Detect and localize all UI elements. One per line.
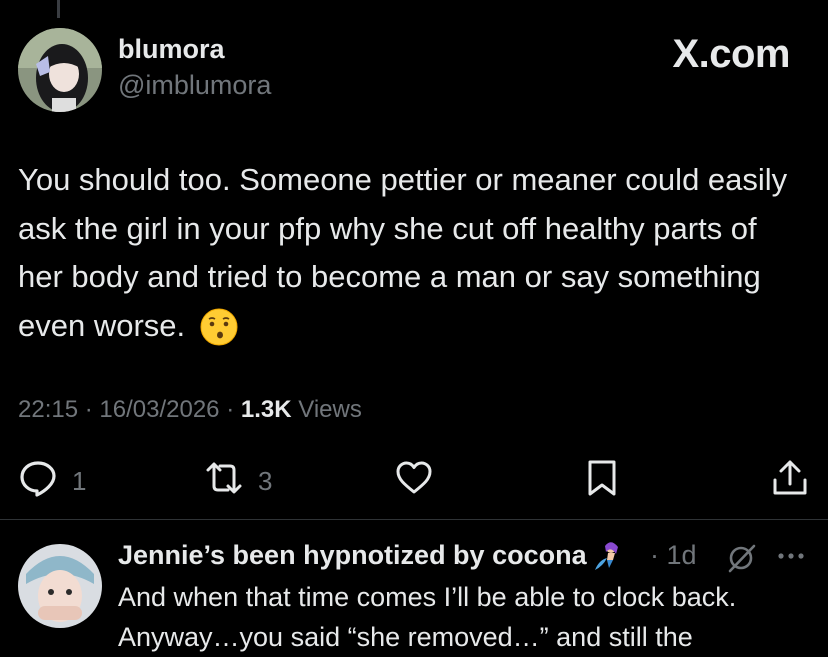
author-display-name[interactable]: blumora xyxy=(118,34,225,65)
share-button[interactable] xyxy=(770,458,810,505)
thread-connector-line xyxy=(57,0,60,18)
post-action-bar: 1 3 xyxy=(0,448,828,508)
more-options-icon[interactable] xyxy=(774,544,808,568)
kissing-face-icon xyxy=(200,308,238,346)
views-count[interactable]: 1.3K xyxy=(241,396,292,423)
author-avatar[interactable] xyxy=(18,28,102,112)
x-watermark-logo: X.com xyxy=(672,32,790,76)
reply-text-continued: Anyway…you said “she removed…” and still… xyxy=(118,622,693,652)
meta-separator: · xyxy=(84,396,93,423)
bookmark-button[interactable] xyxy=(582,458,622,505)
reply-count: 1 xyxy=(72,466,87,496)
author-handle[interactable]: @imblumora xyxy=(118,70,271,101)
post-text: You should too. Someone pettier or meane… xyxy=(18,162,788,343)
repost-count: 3 xyxy=(258,466,273,496)
reply-display-name[interactable]: Jennie’s been hypnotized by cocona xyxy=(118,540,587,570)
reply-text: And when that time comes I’ll be able to… xyxy=(118,582,737,612)
section-divider xyxy=(0,519,828,520)
reply-author-avatar[interactable] xyxy=(18,544,102,628)
like-icon xyxy=(394,458,434,505)
post-date[interactable]: 16/03/2026 xyxy=(99,396,219,423)
grok-icon[interactable] xyxy=(726,543,756,573)
share-icon xyxy=(770,458,810,505)
views-label: Views xyxy=(298,396,362,423)
repost-icon xyxy=(204,458,244,505)
reply-icon xyxy=(18,458,58,505)
repost-button[interactable]: 3 xyxy=(204,458,272,505)
post-body: You should too. Someone pettier or meane… xyxy=(18,156,808,350)
reply-author-line[interactable]: Jennie’s been hypnotized by cocona xyxy=(118,540,623,574)
mermaid-emoji-icon xyxy=(589,540,623,574)
like-button[interactable] xyxy=(394,458,434,505)
post-time[interactable]: 22:15 xyxy=(18,396,78,423)
meta-separator: · xyxy=(226,396,235,423)
reply-button[interactable]: 1 xyxy=(18,458,86,505)
post-metadata: 22:15 · 16/03/2026 · 1.3K Views xyxy=(18,396,362,424)
bookmark-icon xyxy=(582,458,622,505)
reply-timestamp[interactable]: · 1d xyxy=(650,540,697,571)
